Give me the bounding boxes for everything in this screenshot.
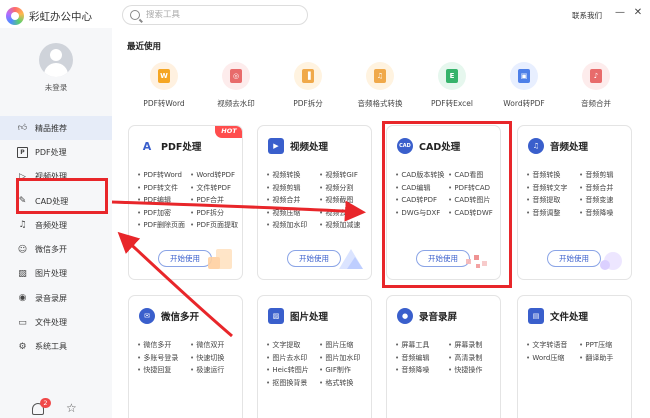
- arrow-right: [111, 200, 366, 222]
- annotation-arrows: [111, 200, 366, 338]
- arrow-up-left: [117, 231, 233, 338]
